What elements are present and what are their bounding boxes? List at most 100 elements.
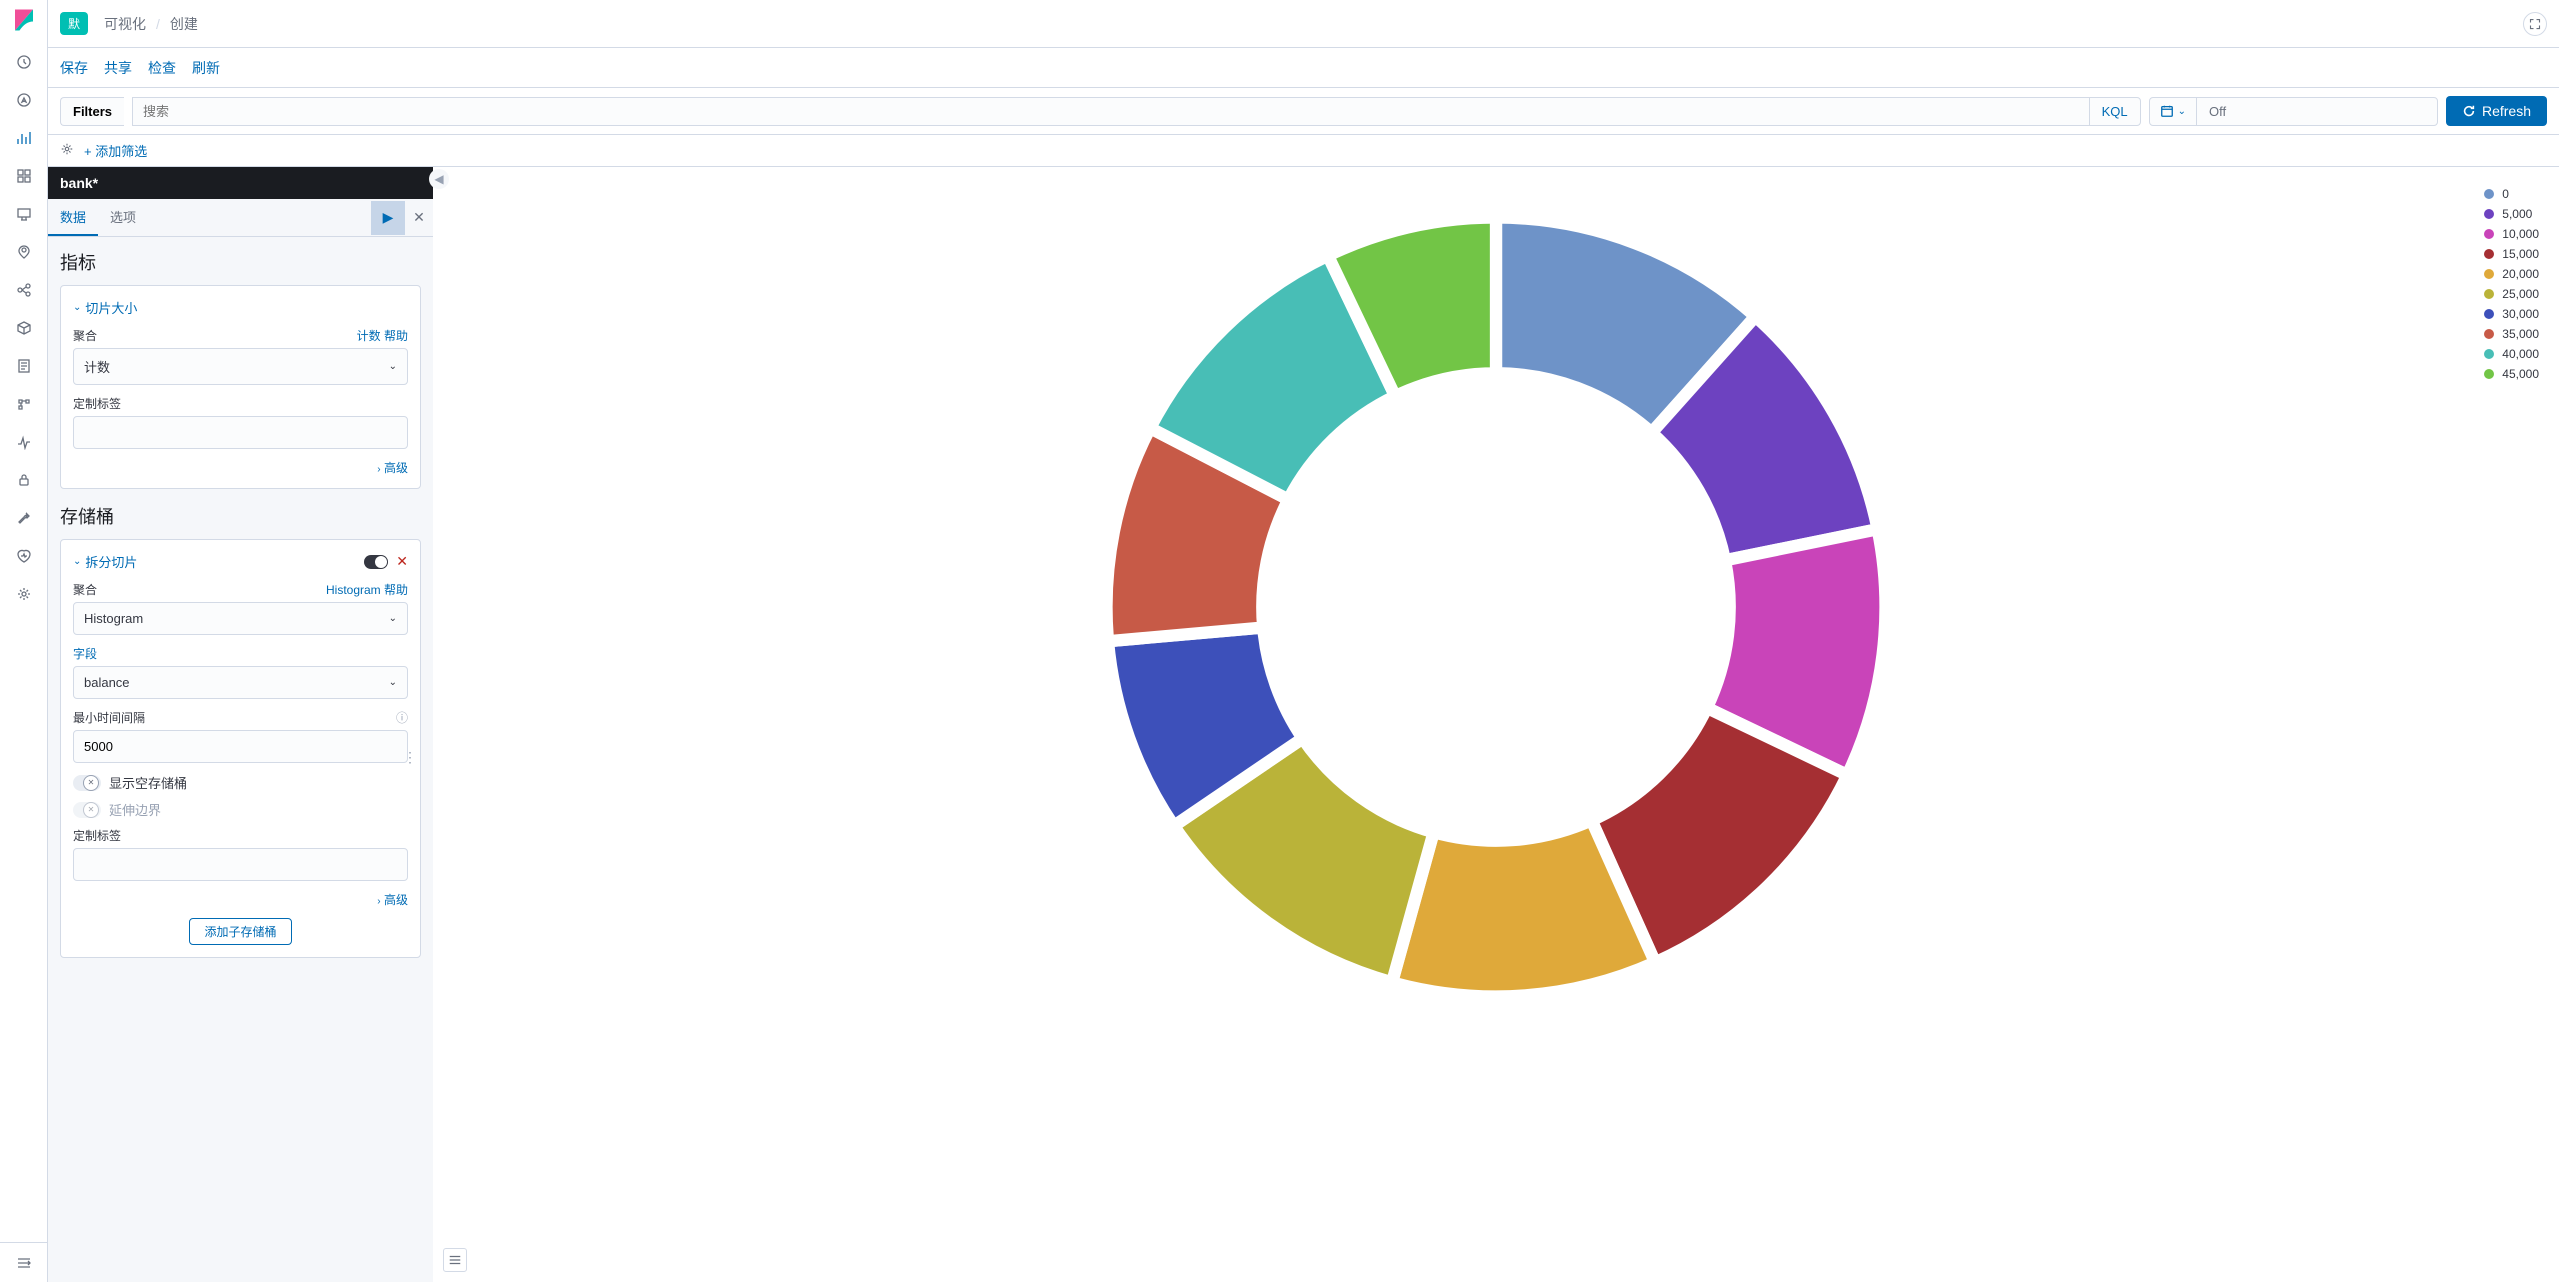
nav-maps-icon[interactable] [8,236,40,268]
index-pattern-badge[interactable]: bank* [48,167,433,199]
refresh-cn-button[interactable]: 刷新 [192,58,220,78]
visualization-area: 0 5,000 10,000 15,000 20,000 25,000 30,000 35,0… [433,167,2559,1282]
inspect-button[interactable]: 检查 [148,58,176,78]
legend-label: 25,000 [2502,287,2539,301]
bucket-drag-handle[interactable]: ⋮ [403,749,417,766]
bucket-interval-label: 最小时间间隔ⓘ [73,709,408,726]
bucket-advanced-toggle[interactable]: › 高级 [73,891,408,908]
legend-label: 15,000 [2502,247,2539,261]
legend-item[interactable]: 35,000 [2484,327,2539,341]
donut-chart [1086,197,1906,1017]
metric-agg-select[interactable]: 计数 ⌄ [73,348,408,385]
legend-dot [2484,329,2494,339]
filter-settings-icon[interactable] [60,142,74,159]
legend-dot [2484,349,2494,359]
legend-item[interactable]: 25,000 [2484,287,2539,301]
bucket-interval-input[interactable] [73,730,408,763]
chevron-down-icon: ⌄ [2178,106,2186,117]
metric-custom-label-input[interactable] [73,416,408,449]
nav-recent-icon[interactable] [8,46,40,78]
breadcrumb-visualize[interactable]: 可视化 [104,14,146,34]
bucket-enable-toggle[interactable] [364,555,388,569]
add-filter-button[interactable]: + 添加筛选 [84,141,147,160]
nav-ml-icon[interactable] [8,274,40,306]
legend-dot [2484,209,2494,219]
legend-item[interactable]: 10,000 [2484,227,2539,241]
add-sub-bucket-button[interactable]: 添加子存储桶 [189,918,291,945]
nav-discover-icon[interactable] [8,84,40,116]
chart-legend: 0 5,000 10,000 15,000 20,000 25,000 30,000 35,0… [2484,187,2539,387]
bucket-custom-label-input[interactable] [73,848,408,881]
save-button[interactable]: 保存 [60,58,88,78]
nav-apm-icon[interactable] [8,388,40,420]
top-header: 默 可视化 / 创建 [48,0,2559,48]
date-range-display[interactable]: Off [2197,98,2437,125]
legend-item[interactable]: 0 [2484,187,2539,201]
nav-uptime-icon[interactable] [8,426,40,458]
date-quick-button[interactable]: ⌄ [2150,98,2197,125]
refresh-button[interactable]: Refresh [2446,96,2547,126]
editor-panel: ◀ bank* 数据 选项 ▶ ✕ 指标 ⌄ 切片大小 [48,167,433,1282]
extend-bounds-switch[interactable] [73,802,101,818]
nav-logs-icon[interactable] [8,350,40,382]
nav-devtools-icon[interactable] [8,502,40,534]
fullscreen-icon[interactable] [2523,12,2547,36]
nav-infrastructure-icon[interactable] [8,312,40,344]
metrics-section-title: 指标 [60,249,421,275]
chevron-down-icon: ⌄ [389,613,397,624]
legend-item[interactable]: 30,000 [2484,307,2539,321]
bucket-custom-label: 定制标签 [73,827,408,844]
kibana-logo[interactable] [12,8,36,32]
refresh-button-label: Refresh [2482,103,2531,119]
nav-siem-icon[interactable] [8,464,40,496]
legend-dot [2484,229,2494,239]
bucket-agg-select[interactable]: Histogram ⌄ [73,602,408,635]
bucket-agg-card: ⌄ 拆分切片 ✕ 聚合 Histogram 帮助 [60,539,421,958]
bucket-remove-button[interactable]: ✕ [396,553,408,570]
discard-button[interactable]: ✕ [405,201,433,235]
legend-item[interactable]: 40,000 [2484,347,2539,361]
query-bar: Filters KQL ⌄ Off Refresh [48,88,2559,135]
bucket-field-select[interactable]: balance ⌄ [73,666,408,699]
share-button[interactable]: 共享 [104,58,132,78]
kql-toggle[interactable]: KQL [2089,98,2140,125]
breadcrumb-create[interactable]: 创建 [170,14,198,34]
bucket-agg-help-link[interactable]: Histogram 帮助 [326,581,408,598]
chevron-down-icon: ⌄ [73,302,81,313]
breadcrumb: 可视化 / 创建 [104,14,198,34]
filters-button[interactable]: Filters [60,97,124,126]
legend-item[interactable]: 20,000 [2484,267,2539,281]
legend-item[interactable]: 45,000 [2484,367,2539,381]
tab-options[interactable]: 选项 [98,199,148,236]
legend-item[interactable]: 5,000 [2484,207,2539,221]
nav-management-icon[interactable] [8,578,40,610]
metric-advanced-toggle[interactable]: › 高级 [73,459,408,476]
nav-visualize-icon[interactable] [8,122,40,154]
nav-rail [0,0,48,1282]
legend-label: 5,000 [2502,207,2532,221]
legend-label: 40,000 [2502,347,2539,361]
nav-collapse-toggle[interactable] [0,1242,48,1282]
nav-dashboard-icon[interactable] [8,160,40,192]
viz-options-icon[interactable] [443,1248,467,1272]
space-badge[interactable]: 默 [60,12,88,35]
nav-monitoring-icon[interactable] [8,540,40,572]
apply-button[interactable]: ▶ [371,201,405,235]
bucket-agg-header[interactable]: ⌄ 拆分切片 ✕ [73,552,408,571]
legend-label: 10,000 [2502,227,2539,241]
legend-item[interactable]: 15,000 [2484,247,2539,261]
show-empty-switch[interactable] [73,775,101,791]
info-icon[interactable]: ⓘ [396,709,408,726]
legend-dot [2484,249,2494,259]
metric-agg-header[interactable]: ⌄ 切片大小 [73,298,408,317]
date-picker: ⌄ Off [2149,97,2438,126]
tab-data[interactable]: 数据 [48,199,98,236]
legend-label: 20,000 [2502,267,2539,281]
metric-header-label: 切片大小 [85,298,137,317]
main-column: 默 可视化 / 创建 保存 共享 检查 刷新 Filters KQ [48,0,2559,1282]
metric-agg-label: 聚合 [73,327,97,344]
search-input[interactable] [133,98,2089,125]
legend-dot [2484,309,2494,319]
nav-canvas-icon[interactable] [8,198,40,230]
metric-agg-help-link[interactable]: 计数 帮助 [357,327,408,344]
